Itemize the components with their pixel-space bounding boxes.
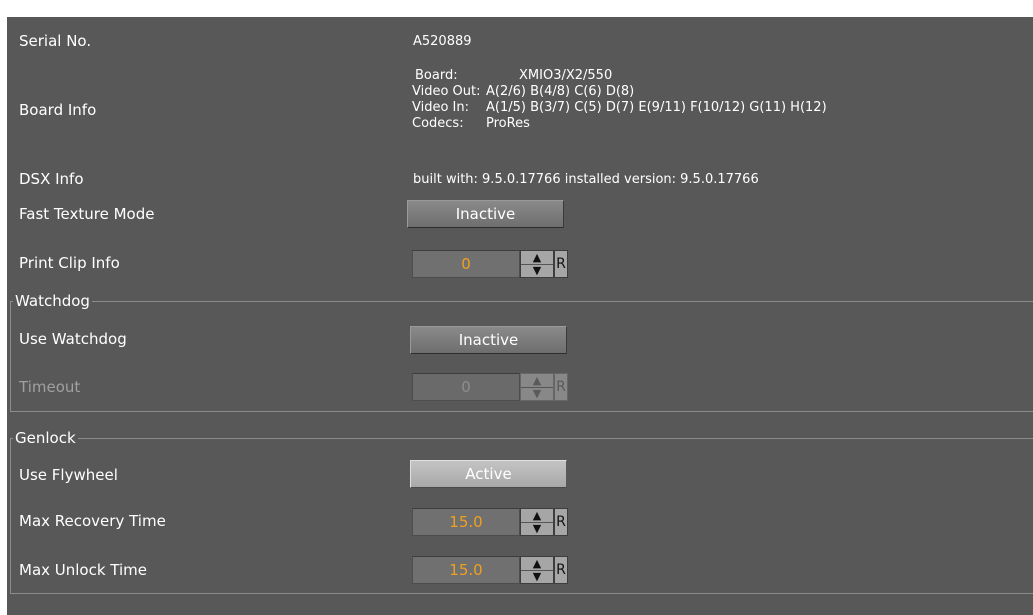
triangle-up-icon[interactable]: ▲	[521, 251, 553, 265]
video-in-key: Video In:	[412, 100, 470, 115]
max-unlock-time-reset-button[interactable]: R	[554, 556, 568, 584]
max-recovery-time-input[interactable]: 15.0	[412, 508, 520, 536]
print-clip-info-stepper[interactable]: ▲ ▼	[520, 250, 554, 278]
timeout-reset-button[interactable]: R	[554, 373, 568, 401]
max-recovery-time-label: Max Recovery Time	[19, 512, 166, 530]
dsx-info-value: built with: 9.5.0.17766 installed versio…	[413, 172, 759, 187]
fast-texture-mode-toggle[interactable]: Inactive	[407, 200, 564, 228]
timeout-label: Timeout	[19, 378, 81, 396]
use-flywheel-label: Use Flywheel	[19, 466, 118, 484]
board-key: Board:	[415, 68, 458, 83]
left-margin	[0, 0, 7, 615]
use-watchdog-label: Use Watchdog	[19, 330, 127, 348]
top-margin	[0, 0, 1033, 17]
use-watchdog-toggle[interactable]: Inactive	[410, 326, 567, 354]
triangle-down-icon[interactable]: ▼	[521, 264, 553, 277]
max-recovery-time-stepper[interactable]: ▲ ▼	[520, 508, 554, 536]
serial-value: A520889	[413, 34, 472, 49]
board-value: XMIO3/X2/550	[519, 68, 613, 83]
watchdog-group-title: Watchdog	[13, 292, 92, 310]
board-info-line: Codecs: ProRes	[412, 116, 827, 132]
video-out-key: Video Out:	[412, 84, 481, 99]
print-clip-info-label: Print Clip Info	[19, 254, 120, 272]
triangle-down-icon[interactable]: ▼	[521, 387, 553, 400]
triangle-down-icon[interactable]: ▼	[521, 522, 553, 535]
timeout-input[interactable]: 0	[412, 373, 520, 401]
fast-texture-mode-label: Fast Texture Mode	[19, 205, 155, 223]
codecs-value: ProRes	[486, 116, 530, 131]
triangle-up-icon[interactable]: ▲	[521, 374, 553, 388]
triangle-down-icon[interactable]: ▼	[521, 570, 553, 583]
max-unlock-time-stepper[interactable]: ▲ ▼	[520, 556, 554, 584]
max-unlock-time-label: Max Unlock Time	[19, 561, 148, 579]
triangle-up-icon[interactable]: ▲	[521, 557, 553, 571]
board-info-line: Board: XMIO3/X2/550	[412, 68, 827, 84]
board-info-line: Video In: A(1/5) B(3/7) C(5) D(7) E(9/11)…	[412, 100, 827, 116]
dsx-info-label: DSX Info	[19, 170, 84, 188]
max-recovery-time-reset-button[interactable]: R	[554, 508, 568, 536]
genlock-group-title: Genlock	[13, 429, 78, 447]
codecs-key: Codecs:	[412, 116, 464, 131]
board-info-label: Board Info	[19, 101, 97, 119]
board-info-line: Video Out: A(2/6) B(4/8) C(6) D(8)	[412, 84, 827, 100]
print-clip-info-reset-button[interactable]: R	[554, 250, 568, 278]
timeout-stepper[interactable]: ▲ ▼	[520, 373, 554, 401]
triangle-up-icon[interactable]: ▲	[521, 509, 553, 523]
print-clip-info-input[interactable]: 0	[412, 250, 520, 278]
video-in-value: A(1/5) B(3/7) C(5) D(7) E(9/11) F(10/12)…	[486, 100, 827, 115]
max-unlock-time-input[interactable]: 15.0	[412, 556, 520, 584]
serial-label: Serial No.	[19, 32, 92, 50]
use-flywheel-toggle[interactable]: Active	[410, 460, 567, 488]
video-out-value: A(2/6) B(4/8) C(6) D(8)	[486, 84, 635, 99]
board-info-block: Board: XMIO3/X2/550 Video Out: A(2/6) B(4/…	[412, 68, 827, 132]
